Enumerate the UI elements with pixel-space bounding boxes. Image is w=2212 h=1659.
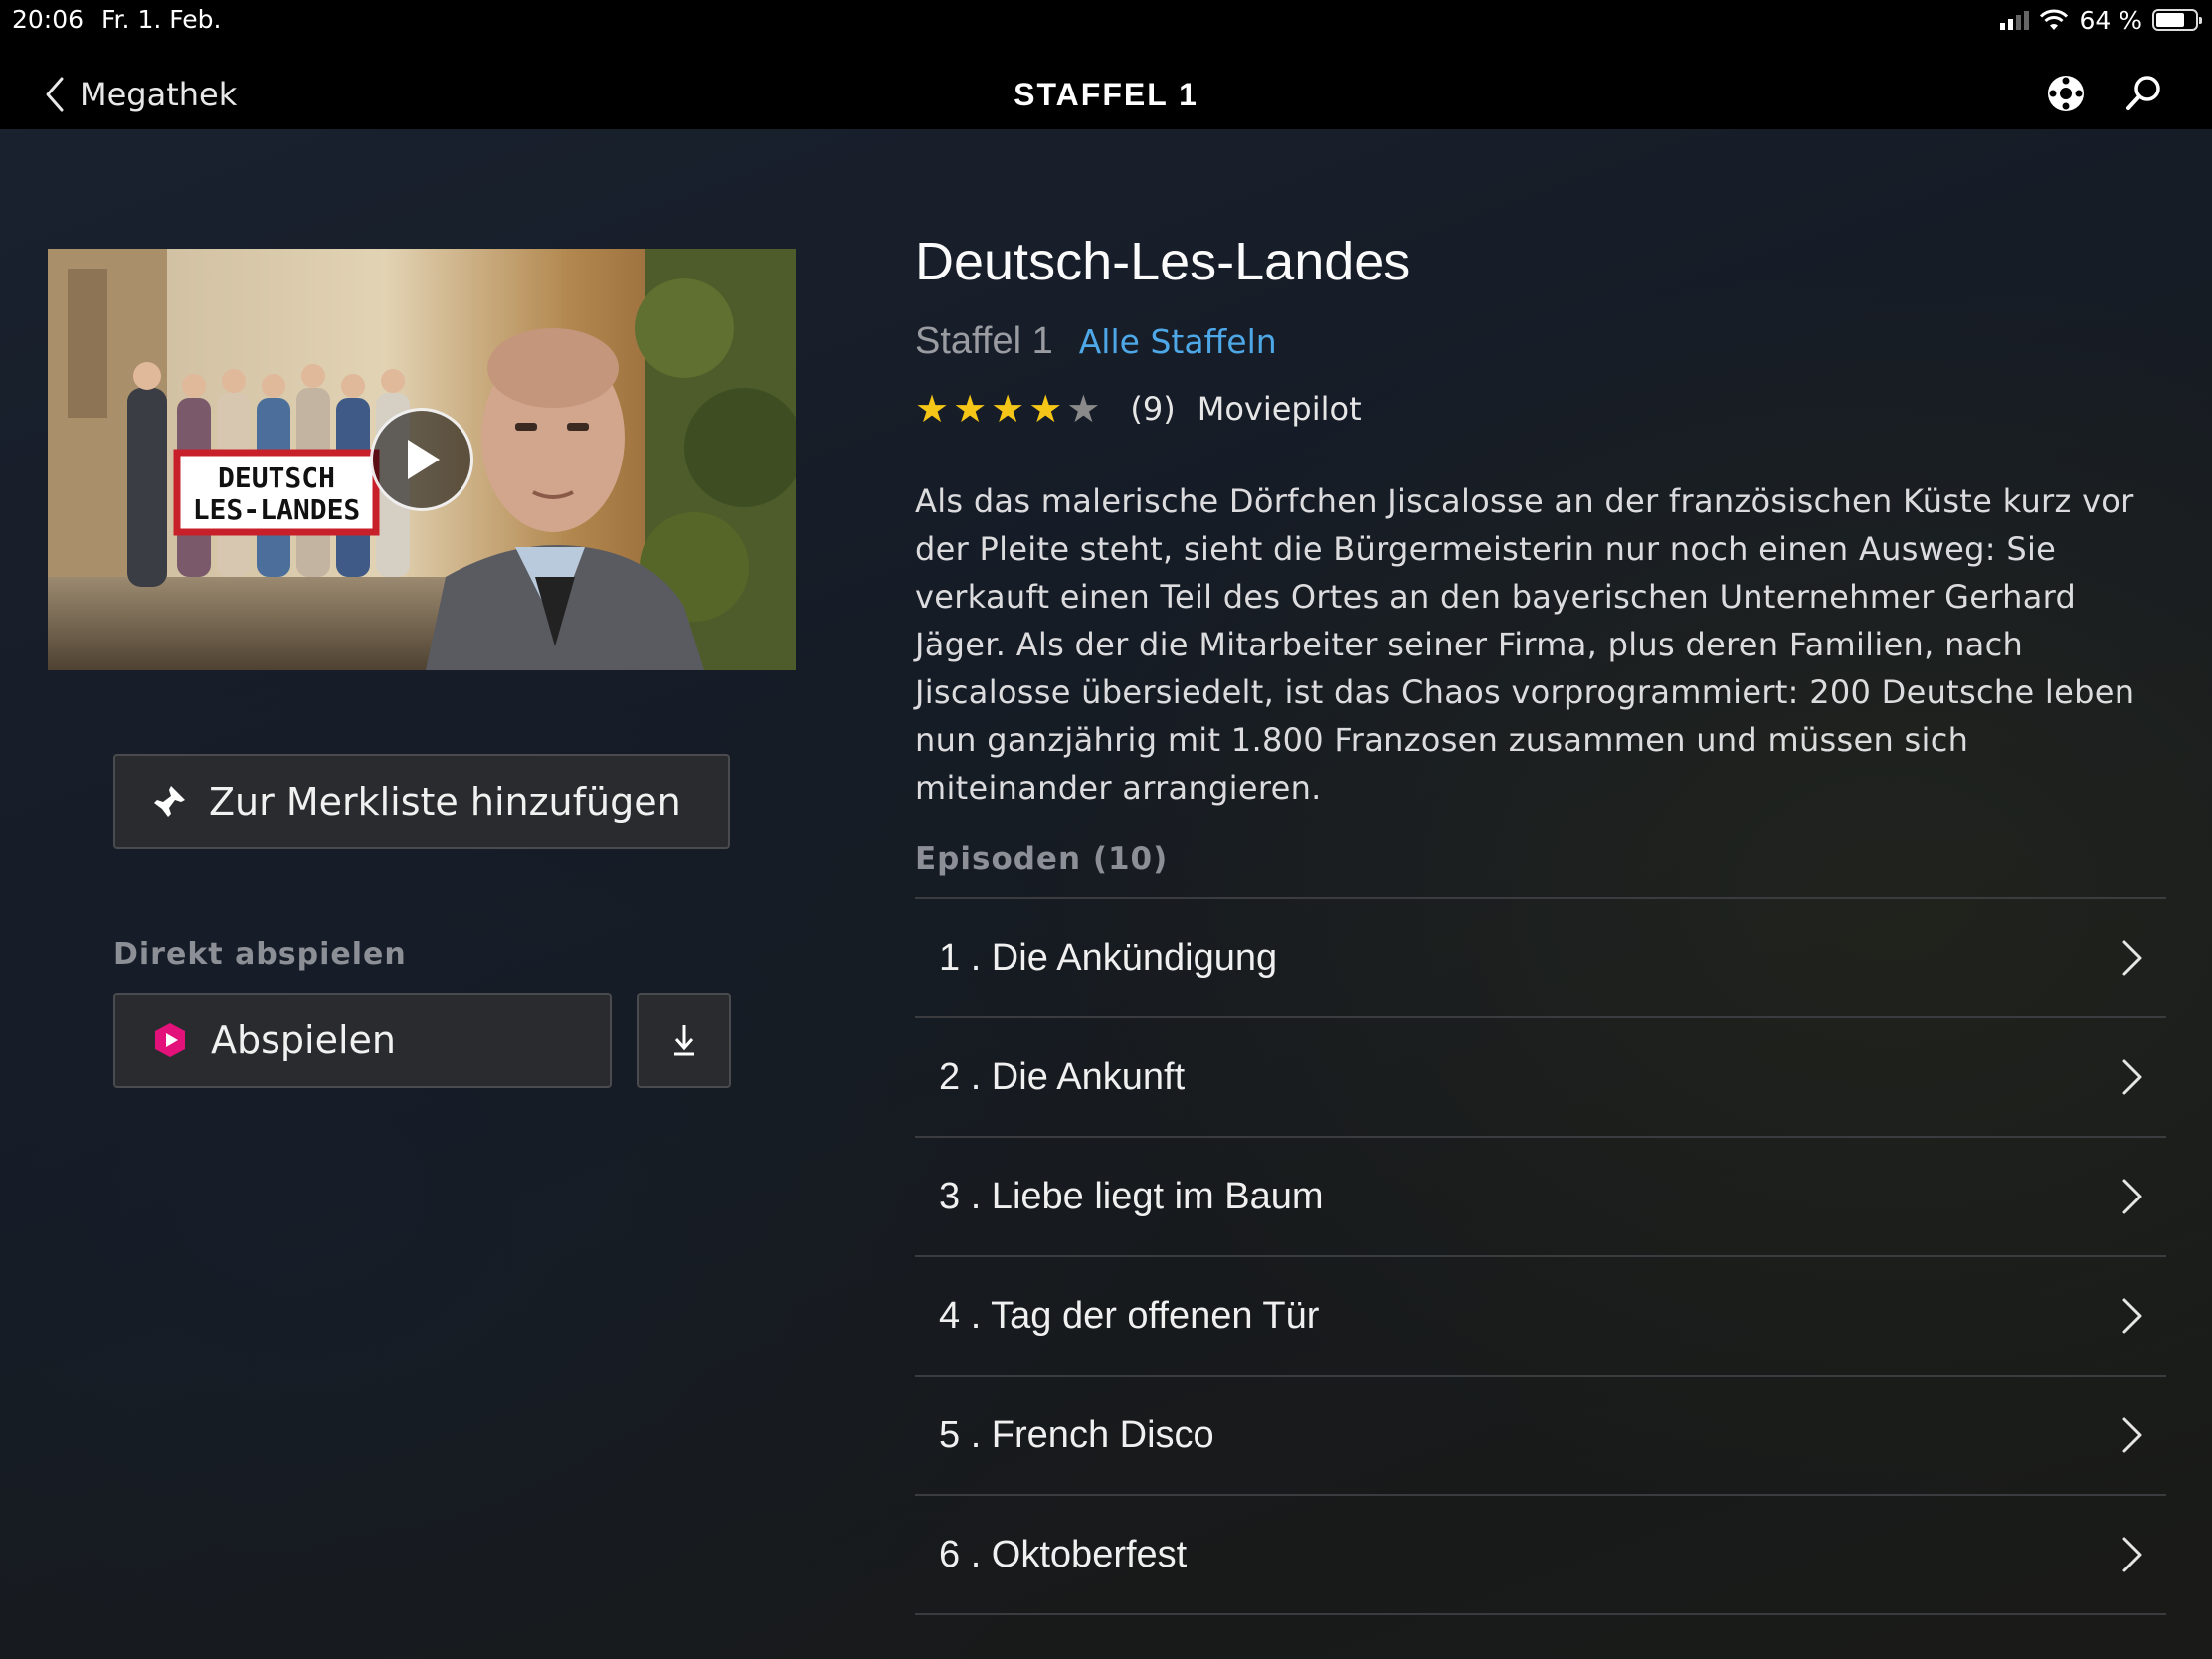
chevron-right-icon: [2122, 1059, 2142, 1095]
add-to-watchlist-button[interactable]: Zur Merkliste hinzufügen: [113, 754, 730, 849]
star-filled-icon: ★: [991, 387, 1025, 431]
episode-title: 3 . Liebe liegt im Baum: [939, 1175, 1324, 1217]
rating-source: Moviepilot: [1197, 390, 1362, 428]
play-icon: [408, 440, 440, 479]
chevron-right-icon: [2122, 1537, 2142, 1572]
chevron-right-icon: [2122, 940, 2142, 976]
episode-title: 5 . French Disco: [939, 1413, 1214, 1456]
back-label: Megathek: [80, 76, 238, 113]
battery-percent: 64 %: [2079, 5, 2142, 35]
star-empty-icon: ★: [1066, 387, 1101, 431]
search-icon: [2126, 76, 2160, 110]
show-description: Als das malerische Dörfchen Jiscalosse a…: [915, 482, 2135, 807]
nav-title: STAFFEL 1: [1014, 77, 1198, 112]
episode-title: 1 . Die Ankündigung: [939, 936, 1278, 979]
star-rating: ★ ★ ★ ★ ★: [915, 390, 1100, 428]
chevron-right-icon: [2122, 1298, 2142, 1334]
chevron-right-icon: [2122, 1417, 2142, 1453]
play-label: Abspielen: [211, 1018, 396, 1062]
episode-row[interactable]: 2 . Die Ankunft: [915, 1018, 2166, 1138]
episode-title: 2 . Die Ankunft: [939, 1055, 1186, 1098]
cellular-signal-icon: [2000, 10, 2030, 30]
star-filled-icon: ★: [1028, 387, 1063, 431]
status-indicators: 64 %: [2000, 4, 2202, 36]
episodes-heading: Episoden (10): [915, 841, 1169, 877]
status-time: 20:06: [12, 5, 85, 34]
status-date: Fr. 1. Feb.: [101, 5, 222, 34]
episode-row[interactable]: 5 . French Disco: [915, 1377, 2166, 1496]
season-row: Staffel 1 Alle Staffeln: [915, 320, 1277, 363]
poster-sign-line2: LES-LANDES: [193, 493, 361, 526]
episode-row[interactable]: 4 . Tag der offenen Tür: [915, 1257, 2166, 1377]
download-button[interactable]: [637, 993, 731, 1088]
watchlist-label: Zur Merkliste hinzufügen: [209, 780, 681, 824]
poster-sign-line1: DEUTSCH: [218, 461, 335, 494]
download-icon: [673, 1025, 694, 1056]
star-filled-icon: ★: [915, 387, 950, 431]
rating-row: ★ ★ ★ ★ ★ (9) Moviepilot: [915, 390, 1362, 428]
all-seasons-link[interactable]: Alle Staffeln: [1079, 322, 1277, 361]
episode-title: 4 . Tag der offenen Tür: [939, 1294, 1320, 1337]
episode-row[interactable]: 1 . Die Ankündigung: [915, 899, 2166, 1018]
chevron-right-icon: [2122, 1179, 2142, 1214]
wifi-icon: [2040, 9, 2069, 30]
direct-play-heading: Direkt abspielen: [113, 937, 407, 972]
rating-count: (9): [1130, 390, 1176, 428]
episode-list: 1 . Die Ankündigung 2 . Die Ankunft 3 . Li…: [915, 897, 2166, 1615]
battery-icon: [2152, 9, 2202, 31]
search-button[interactable]: [2118, 68, 2169, 119]
episode-row[interactable]: 6 . Oktoberfest: [915, 1496, 2166, 1615]
star-filled-icon: ★: [953, 387, 988, 431]
status-bar: [0, 0, 2212, 40]
back-button[interactable]: Megathek: [44, 70, 237, 119]
season-label: Staffel 1: [915, 320, 1053, 362]
play-gem-icon: [155, 1023, 185, 1057]
cast-icon: [2048, 76, 2084, 111]
episode-row[interactable]: 3 . Liebe liegt im Baum: [915, 1138, 2166, 1257]
chevron-left-icon: [46, 77, 64, 112]
episode-title: 6 . Oktoberfest: [939, 1533, 1188, 1575]
play-button[interactable]: Abspielen: [113, 993, 612, 1088]
show-title: Deutsch-Les-Landes: [915, 232, 1411, 291]
cast-button[interactable]: [2040, 68, 2092, 119]
pin-icon: [154, 786, 185, 817]
play-overlay-button[interactable]: [370, 408, 473, 511]
